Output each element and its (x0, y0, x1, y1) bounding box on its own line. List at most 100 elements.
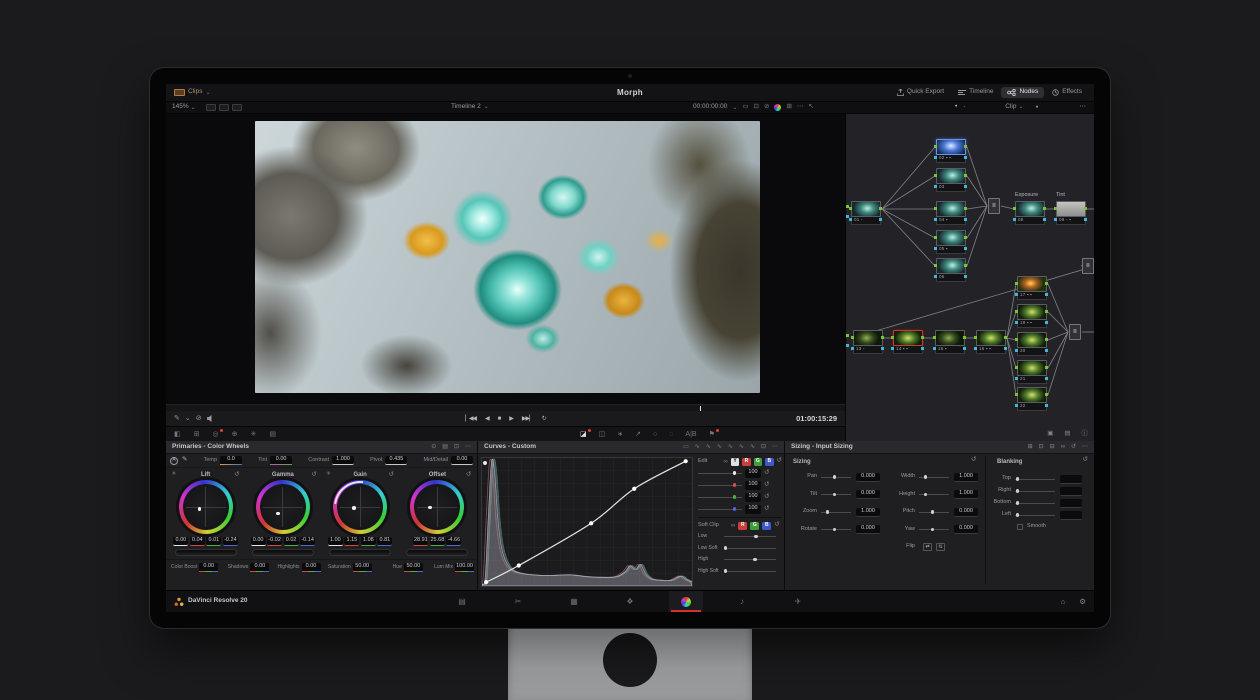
color-wheel-icon[interactable] (774, 104, 781, 111)
expand-icon[interactable]: ⊞ (786, 104, 791, 111)
outline-b-icon[interactable]: ◌ (669, 431, 673, 438)
reset-icon[interactable]: ↺ (311, 472, 316, 479)
corrector-node-17[interactable]: 17 ▪ ▪ (1017, 276, 1047, 300)
cursor-icon[interactable]: ↖ (808, 104, 813, 111)
key-port-dot[interactable] (1015, 321, 1018, 324)
height-value[interactable]: 1.000 (954, 490, 978, 499)
rgb-port-dot[interactable] (964, 236, 967, 239)
rgb-port-dot[interactable] (1015, 310, 1018, 313)
lum-vs-sat-icon[interactable]: ∿ (728, 444, 733, 450)
channel-b-button[interactable]: B (765, 458, 773, 466)
page-fusion-button[interactable]: ❖ (613, 591, 647, 612)
corrector-node-08[interactable]: Exposure08 (1015, 201, 1045, 225)
rgb-port-dot[interactable] (934, 264, 937, 267)
slider-knob[interactable] (733, 495, 737, 499)
key-port-dot[interactable] (963, 347, 966, 350)
key-port-dot[interactable] (921, 347, 924, 350)
keyframe-icon[interactable]: ▤ (269, 431, 276, 438)
softclip-r-button[interactable]: R (738, 522, 747, 530)
channel-g-button[interactable]: G (754, 458, 762, 466)
blanking-top-value[interactable] (1060, 475, 1082, 484)
blanking-left-value[interactable] (1060, 511, 1082, 520)
shadows-value[interactable]: 0.00 (250, 563, 269, 572)
expand-icon[interactable]: ⊡ (761, 444, 766, 450)
key-port-dot[interactable] (891, 347, 894, 350)
play-button[interactable]: ▶ (509, 416, 513, 422)
picker-icon[interactable]: ↗ (635, 431, 641, 438)
corrector-node-06[interactable]: 06 (936, 258, 966, 282)
key-port-dot[interactable] (1004, 347, 1007, 350)
mixer-node-m3[interactable]: ≣ (1082, 258, 1094, 274)
key-port-dot[interactable] (974, 347, 977, 350)
rgb-port-dot[interactable] (934, 145, 937, 148)
key-port-dot[interactable] (1045, 404, 1048, 407)
slider-knob[interactable] (826, 510, 830, 514)
wheel-indicator-dot[interactable] (276, 512, 280, 516)
key-port-dot[interactable] (933, 347, 936, 350)
hue-vs-hue-icon[interactable]: ∿ (695, 444, 700, 450)
viewer-zoom-select[interactable]: 145% ⌄ (172, 104, 196, 111)
source-output-dot[interactable] (846, 334, 849, 337)
slider-knob[interactable] (931, 510, 935, 514)
page-deliver-button[interactable]: ✈ (781, 591, 815, 612)
slider-track[interactable] (919, 529, 949, 530)
hue-value[interactable]: 50.00 (404, 563, 423, 572)
rgb-port-dot[interactable] (1015, 282, 1018, 285)
rgb-port-dot[interactable] (881, 336, 884, 339)
gamma-master-wheel[interactable] (252, 549, 314, 556)
slider-track[interactable] (1015, 515, 1055, 516)
corrector-node-04[interactable]: 04 ▪ (936, 201, 966, 225)
home-icon[interactable]: ⌂ (1061, 598, 1066, 606)
width-value[interactable]: 1.000 (954, 473, 978, 482)
tint-value[interactable]: 0.00 (270, 456, 292, 465)
gamma-color-wheel[interactable] (256, 480, 310, 534)
viewer-layout-split-button[interactable] (219, 104, 229, 111)
gamma-value-3[interactable]: -0.14 (300, 537, 315, 546)
slider-knob[interactable] (1016, 477, 1020, 481)
yaw-value[interactable]: 0.000 (954, 525, 978, 534)
slider-knob[interactable] (733, 507, 737, 511)
rgb-port-dot[interactable] (964, 174, 967, 177)
key-port-dot[interactable] (934, 275, 937, 278)
key-port-dot[interactable] (1015, 349, 1018, 352)
slider-knob[interactable] (724, 569, 728, 573)
pivot-value[interactable]: 0.435 (385, 456, 407, 465)
channel-r-button[interactable]: R (742, 458, 750, 466)
rgb-port-dot[interactable] (1045, 310, 1048, 313)
key-port-dot[interactable] (964, 156, 967, 159)
rgb-port-dot[interactable] (1054, 207, 1057, 210)
viewer-layout-grid-button[interactable] (232, 104, 242, 111)
settings-gear-icon[interactable]: ⚙ (1079, 598, 1086, 606)
corrector-node-22[interactable]: 22 (1017, 387, 1047, 411)
rgb-port-dot[interactable] (851, 336, 854, 339)
sat-vs-lum-icon[interactable]: ∿ (750, 444, 755, 450)
key-port-dot[interactable] (879, 218, 882, 221)
slider-knob[interactable] (1016, 489, 1020, 493)
gang-value-3[interactable]: 100 (745, 505, 761, 514)
slider-track[interactable] (821, 477, 851, 478)
corrector-node-13[interactable]: 13 ◦ (853, 330, 883, 354)
more-icon[interactable]: ⋯ (772, 444, 778, 450)
node-page-dots[interactable]: • · (955, 104, 967, 111)
key-port-dot[interactable] (851, 347, 854, 350)
key-port-dot[interactable] (1084, 218, 1087, 221)
channel-y-button[interactable]: Y (731, 458, 739, 466)
key-port-dot[interactable] (964, 275, 967, 278)
offset-value-2[interactable]: -4.66 (446, 537, 461, 546)
reset-icon[interactable]: ↺ (466, 472, 471, 479)
blanking-right-value[interactable] (1060, 487, 1082, 496)
wheel-mode-icon[interactable]: ✳ (326, 472, 331, 478)
step-back-button[interactable]: ◀ (485, 416, 489, 422)
nodes-button[interactable]: Nodes (1001, 87, 1044, 98)
key-port-dot[interactable] (1054, 218, 1057, 221)
node-settings-dot[interactable]: ● (1035, 105, 1038, 110)
zoom-icon[interactable]: ⊕ (232, 431, 238, 438)
link-icon[interactable]: ∞ (1061, 444, 1065, 450)
reset-icon[interactable]: ↺ (764, 470, 769, 477)
slider-track[interactable] (698, 497, 742, 498)
flip-vertical-icon[interactable]: ⇅ (936, 543, 945, 551)
gain-value-2[interactable]: 1.08 (361, 537, 376, 546)
split-wipe-icon[interactable]: ◧ (174, 431, 181, 438)
key-port-dot[interactable] (1045, 377, 1048, 380)
reset-icon[interactable]: ↺ (1083, 457, 1088, 464)
